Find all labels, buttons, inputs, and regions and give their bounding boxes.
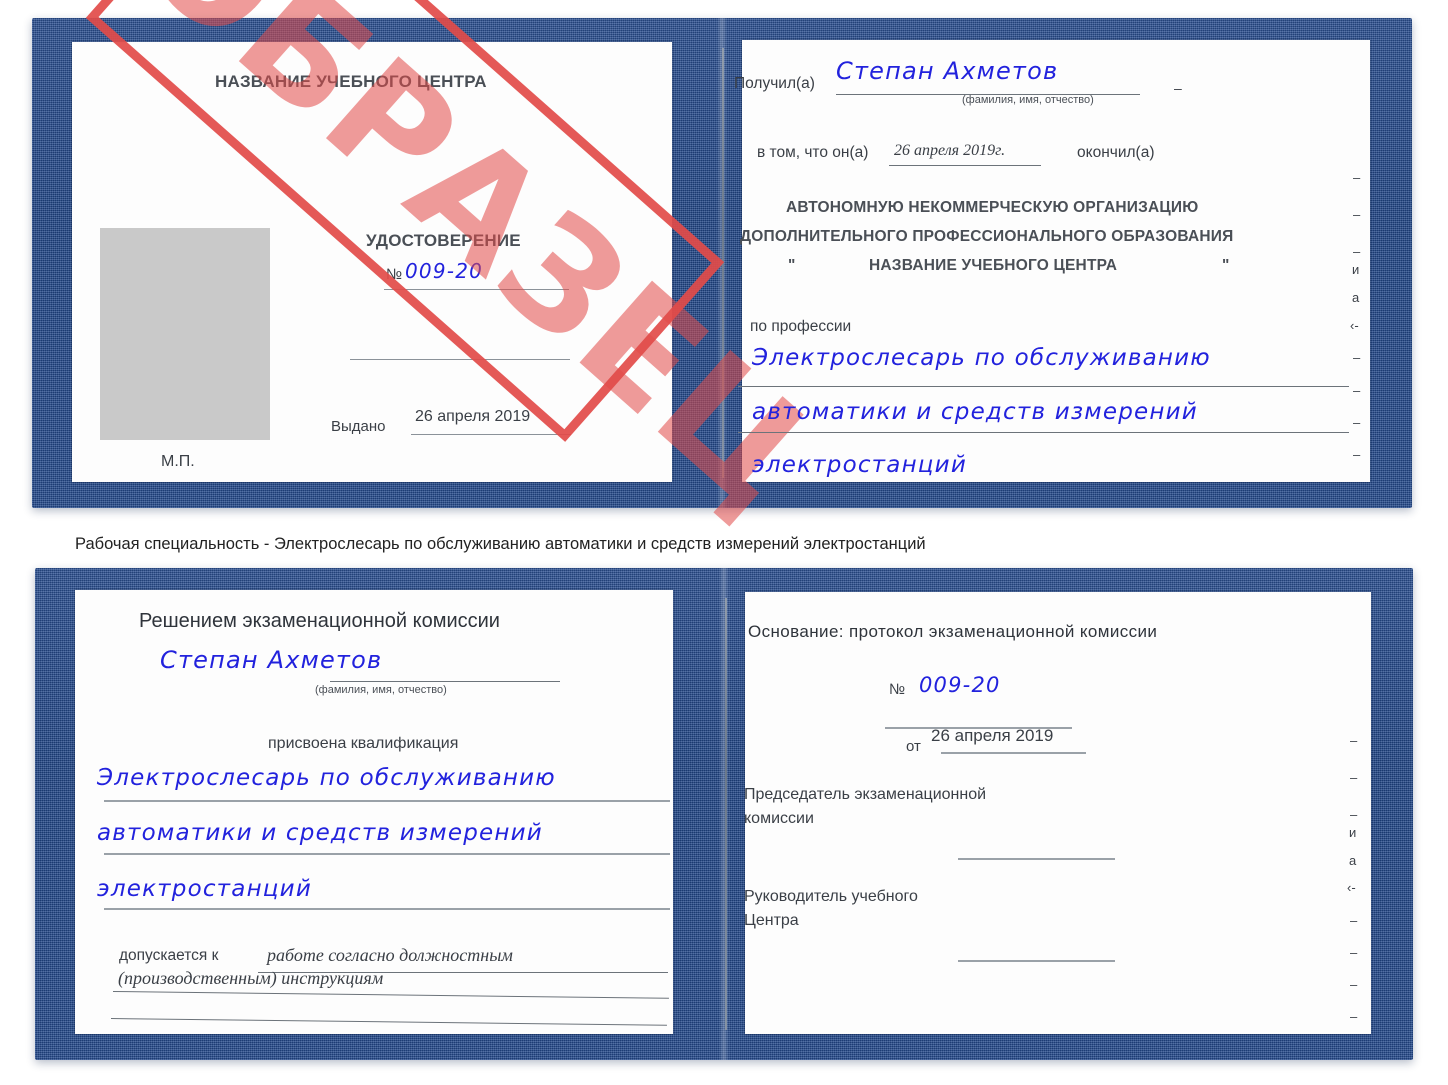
front-edge-mark-9: – xyxy=(1353,447,1361,462)
allowed-value-line-1: работе согласно должностным xyxy=(267,945,513,965)
back-date-rule xyxy=(941,752,1086,754)
certificate-front-gutter xyxy=(722,48,724,478)
back-edge-mark-9: – xyxy=(1350,1009,1358,1024)
front-edge-mark-3: и xyxy=(1352,262,1360,277)
received-label: Получил(а) xyxy=(734,75,815,92)
document-title: УДОСТОВЕРЕНИЕ xyxy=(366,231,521,250)
back-edge-mark-8: – xyxy=(1350,977,1358,992)
in-that-label: в том, что он(а) xyxy=(757,144,869,161)
head-line-1: Руководитель учебного xyxy=(744,888,918,905)
front-edge-mark-7: – xyxy=(1353,383,1361,398)
org-line-1: АВТОНОМНУЮ НЕКОММЕРЧЕСКУЮ ОРГАНИЗАЦИЮ xyxy=(786,199,1199,216)
back-edge-mark-5: ‹- xyxy=(1347,880,1356,895)
received-fio-hint: (фамилия, имя, отчество) xyxy=(962,94,1094,106)
back-edge-mark-4: а xyxy=(1349,853,1357,868)
head-signature-rule xyxy=(958,960,1115,962)
back-edge-mark-2: – xyxy=(1350,807,1358,822)
front-number-value: 009-20 xyxy=(405,259,484,283)
qualification-line-1: Электрослесарь по обслуживанию xyxy=(97,765,556,791)
received-trailing-dash: – xyxy=(1174,80,1182,96)
allowed-label: допускается к xyxy=(119,947,219,964)
qualification-label: присвоена квалификация xyxy=(268,735,459,752)
commission-decision-heading: Решением экзаменационной комиссии xyxy=(139,610,500,632)
seal-label: М.П. xyxy=(161,453,195,470)
front-edge-mark-4: а xyxy=(1352,290,1360,305)
back-name-rule xyxy=(330,681,560,682)
back-date-value: 26 апреля 2019 xyxy=(931,726,1054,745)
front-edge-mark-8: – xyxy=(1353,415,1361,430)
profession-line-3: электростанций xyxy=(752,452,967,478)
allowed-value-line-2: (производственным) инструкциям xyxy=(118,968,384,988)
qualification-rule-3 xyxy=(104,908,670,910)
org-quote-close: " xyxy=(1222,257,1230,274)
front-edge-mark-0: – xyxy=(1353,170,1361,185)
front-edge-mark-6: – xyxy=(1353,350,1361,365)
back-edge-mark-1: – xyxy=(1350,770,1358,785)
back-edge-mark-3: и xyxy=(1349,825,1357,840)
front-number-label: № xyxy=(386,266,403,283)
issued-label: Выдано xyxy=(331,418,386,435)
profession-line-1: Электрослесарь по обслуживанию xyxy=(752,345,1211,371)
completion-date: 26 апреля 2019г. xyxy=(894,142,1006,159)
back-edge-mark-0: – xyxy=(1350,733,1358,748)
back-edge-mark-7: – xyxy=(1350,945,1358,960)
received-value: Степан Ахметов xyxy=(836,57,1059,85)
front-edge-mark-5: ‹- xyxy=(1350,318,1359,333)
certificate-back-gutter xyxy=(725,598,727,1030)
front-edge-mark-1: – xyxy=(1353,207,1361,222)
back-name-value: Степан Ахметов xyxy=(160,646,383,674)
front-number-rule xyxy=(384,289,569,290)
basis-label: Основание: протокол экзаменационной коми… xyxy=(748,622,1158,641)
org-quote-open: " xyxy=(788,257,796,274)
back-edge-mark-6: – xyxy=(1350,913,1358,928)
qualification-line-2: автоматики и средств измерений xyxy=(97,820,543,846)
front-blank-rule xyxy=(350,359,570,360)
chairman-signature-rule xyxy=(958,858,1115,860)
page-caption: Рабочая специальность - Электрослесарь п… xyxy=(75,535,926,553)
chairman-line-1: Председатель экзаменационной xyxy=(744,786,987,803)
finished-label: окончил(а) xyxy=(1077,144,1155,161)
back-number-label: № xyxy=(889,681,906,698)
qualification-line-3: электростанций xyxy=(97,876,312,902)
photo-placeholder xyxy=(100,228,270,440)
front-edge-mark-2: – xyxy=(1353,244,1361,259)
org-line-3: НАЗВАНИЕ УЧЕБНОГО ЦЕНТРА xyxy=(869,257,1118,274)
profession-label: по профессии xyxy=(750,318,852,335)
back-date-label: от xyxy=(906,738,921,755)
issued-value: 26 апреля 2019 xyxy=(415,408,531,425)
qualification-rule-2 xyxy=(104,853,670,855)
chairman-line-2: комиссии xyxy=(744,810,814,827)
back-fio-hint: (фамилия, имя, отчество) xyxy=(315,684,447,696)
completion-date-rule xyxy=(889,165,1041,166)
org-line-2: ДОПОЛНИТЕЛЬНОГО ПРОФЕССИОНАЛЬНОГО ОБРАЗО… xyxy=(740,228,1234,245)
back-number-value: 009-20 xyxy=(919,673,1001,697)
profession-rule-2 xyxy=(738,432,1349,433)
certificate-back-right-page xyxy=(745,592,1371,1034)
issued-rule xyxy=(411,434,571,435)
profession-rule-1 xyxy=(738,386,1349,387)
training-center-name: НАЗВАНИЕ УЧЕБНОГО ЦЕНТРА xyxy=(215,72,487,91)
qualification-rule-1 xyxy=(104,800,670,802)
profession-line-2: автоматики и средств измерений xyxy=(752,399,1198,425)
head-line-2: Центра xyxy=(744,912,799,929)
